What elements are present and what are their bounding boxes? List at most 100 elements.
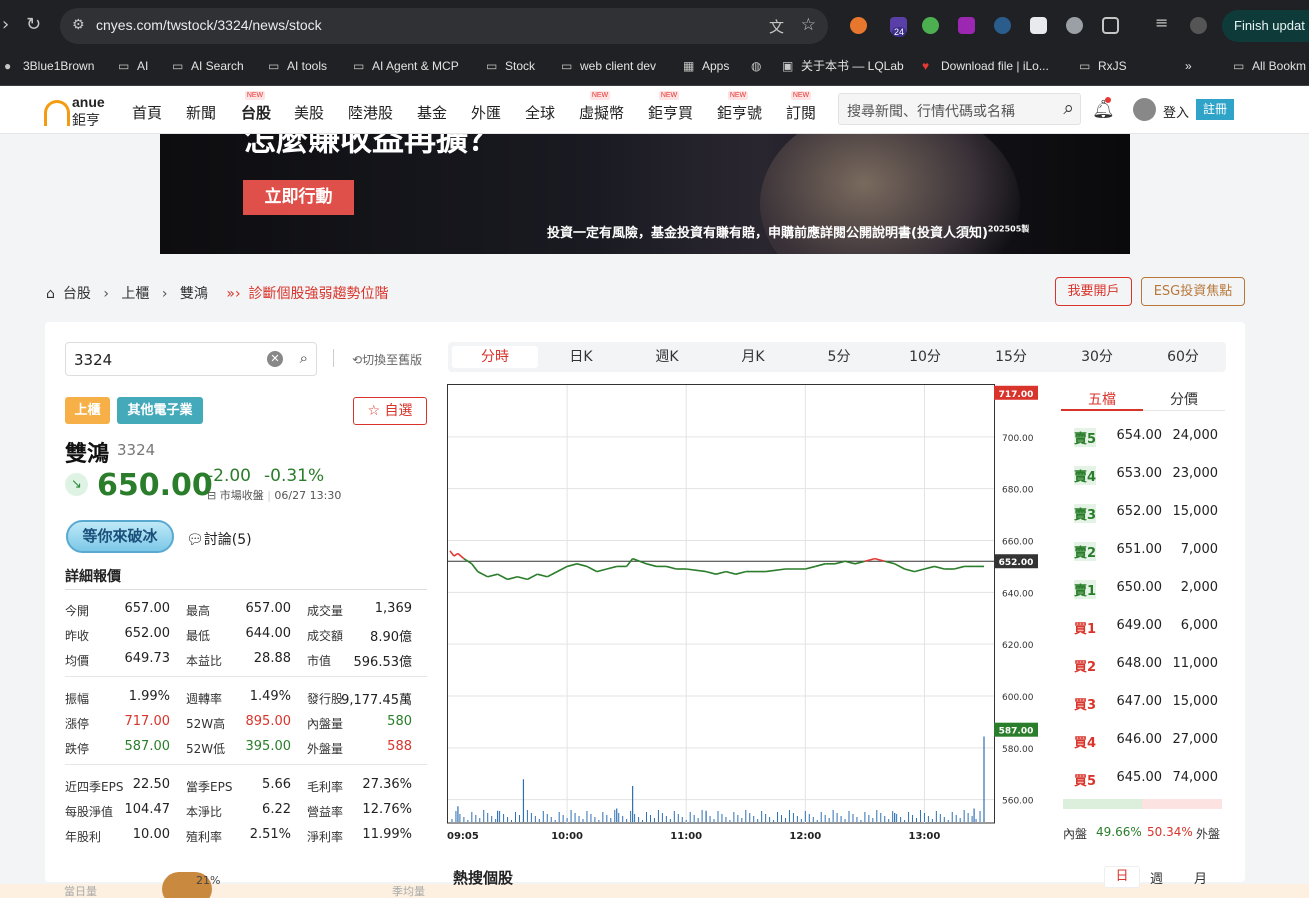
bookmark-folder-stock[interactable]: ▭ Stock [486,56,535,76]
site-search-input[interactable]: 搜尋新聞、行情代碼或名稱 ⌕ [838,93,1081,125]
extension-icon[interactable] [1030,17,1047,34]
nav-news[interactable]: 新聞 [186,102,216,123]
profile-avatar[interactable] [1190,17,1207,34]
quote-value: 395.00 [245,739,292,754]
nav-crypto[interactable]: 虛擬幣 [579,102,624,123]
bookmark-3blue1brown[interactable]: ● 3Blue1Brown [4,56,94,76]
bookmark-folder-ai-search[interactable]: ▭ AI Search [172,56,244,76]
register-button[interactable]: 註冊 [1196,99,1234,120]
tab-60min[interactable]: 60分 [1140,346,1226,368]
bookmark-all-bookmarks[interactable]: ▭ All Bookm [1233,56,1306,76]
tab-30min[interactable]: 30分 [1054,346,1140,368]
tab-intraday[interactable]: 分時 [452,346,538,368]
order-level-label: 買4 [1074,736,1097,751]
add-favorite-button[interactable]: ☆ 自選 [353,397,427,425]
notification-bell-icon[interactable]: 🔔︎ [1092,99,1115,120]
intraday-chart[interactable]: 700.00 680.00 660.00 640.00 620.00 600.00 580.… [447,383,1047,843]
bookmark-lqlab[interactable]: ▣ 关于本书 — LQLab [782,56,904,76]
react-devtools-icon[interactable] [994,17,1011,34]
order-level-label: 買5 [1074,774,1097,789]
star-icon: ☆ [367,403,385,419]
bookmark-globe[interactable]: ◍ [751,56,770,76]
clear-icon[interactable]: ✕ [267,351,283,367]
bookmark-folder-rxjs[interactable]: ▭ RxJS [1079,56,1127,76]
bookmark-apps[interactable]: ▦ Apps [683,56,729,76]
tab-monthly-k[interactable]: 月K [710,346,796,368]
site-settings-icon[interactable]: ⚙ [72,17,85,33]
extension-icon[interactable] [1066,17,1083,34]
open-account-button[interactable]: 我要開戶 [1055,277,1132,306]
market-tag[interactable]: 上櫃 [65,397,110,424]
search-icon[interactable]: ⌕ [300,349,308,367]
bookmark-folder-ai-tools[interactable]: ▭ AI tools [268,56,327,76]
bookmark-folder-ai[interactable]: ▭ AI [118,56,148,76]
divider [333,349,334,367]
break-ice-badge[interactable]: 等你來破冰 [66,520,174,553]
discussion-link[interactable]: 💬︎討論(5) [186,529,252,549]
tab-five-levels[interactable]: 五檔 [1061,389,1143,411]
extension-icon[interactable] [850,17,867,34]
reload-icon[interactable]: ↻ [26,16,41,34]
search-icon[interactable]: ⌕ [1063,97,1074,119]
nav-cnhk[interactable]: 陸港股 [348,102,393,123]
home-icon[interactable]: ⌂ [46,286,55,302]
breadcrumb-otc[interactable]: 上櫃 [121,286,149,302]
login-link[interactable]: 登入 [1163,102,1189,121]
nav-anue-buy[interactable]: 鉅亨買 [648,102,693,123]
order-level-label: 賣1 [1074,580,1097,599]
tab-weekly-k[interactable]: 週K [624,346,710,368]
anue-logo[interactable]: anue 鉅亨 [44,94,114,129]
tab-10min[interactable]: 10分 [882,346,968,368]
finish-update-button[interactable]: Finish updat [1222,10,1309,42]
diagnose-link[interactable]: 診斷個股強弱趨勢位階 [249,286,389,302]
divider [65,589,427,590]
ad-banner[interactable]: 怎麼賺收益再擴？ 立即行動 投資一定有風險，基金投資有賺有賠，申購前應詳閱公開說… [160,134,1130,254]
industry-tag[interactable]: 其他電子業 [117,397,203,424]
tab-month[interactable]: 月 [1194,868,1207,887]
outside-percent: 50.34% [1147,825,1193,839]
nav-anue-channel[interactable]: 鉅亨號 [717,102,762,123]
order-price: 649.00 [1116,618,1163,633]
order-price: 651.00 [1116,542,1163,557]
quote-label: 漲停 [65,717,90,731]
forward-icon[interactable]: › [2,16,9,34]
extensions-puzzle-icon[interactable] [1102,17,1119,34]
extension-icon[interactable] [958,17,975,34]
breadcrumb-twstock[interactable]: 台股 [63,286,91,302]
heart-icon: ♥ [922,59,930,73]
nav-home[interactable]: 首頁 [132,102,162,123]
order-price: 650.00 [1116,580,1163,595]
tab-5min[interactable]: 5分 [796,346,882,368]
tab-daily-k[interactable]: 日K [538,346,624,368]
translate-icon[interactable]: 文 [769,16,784,37]
quote-value: 596.53億 [353,655,413,670]
esg-focus-button[interactable]: ESG投資焦點 [1141,277,1245,306]
quote-label: 市值 [307,654,332,668]
tab-week[interactable]: 週 [1150,868,1163,887]
quote-value: 657.00 [245,601,292,616]
apps-grid-icon: ▦ [683,59,695,73]
tab-15min[interactable]: 15分 [968,346,1054,368]
nav-twstock[interactable]: 台股 [241,102,271,123]
tab-day[interactable]: 日 [1104,866,1140,888]
nav-subscribe[interactable]: 訂閱 [786,102,816,123]
bookmark-ilovepdf[interactable]: ♥ Download file | iLo... [922,56,1049,76]
banner-cta-button[interactable]: 立即行動 [243,180,354,215]
nav-forex[interactable]: 外匯 [471,102,501,123]
extension-icon[interactable] [922,17,939,34]
reading-list-icon[interactable]: ≡ [1155,14,1168,32]
url-text[interactable]: cnyes.com/twstock/3324/news/stock [96,17,322,33]
nav-usstock[interactable]: 美股 [294,102,324,123]
stock-search-input[interactable]: 3324 ✕ ⌕ [65,342,317,376]
nav-global[interactable]: 全球 [525,102,555,123]
new-tag: NEW [590,91,610,100]
bookmark-folder-ai-agent[interactable]: ▭ AI Agent & MCP [353,56,459,76]
bookmark-star-icon[interactable]: ☆ [801,15,816,35]
tab-price-distribution[interactable]: 分價 [1143,389,1225,411]
user-avatar-icon[interactable] [1133,98,1156,121]
nav-fund[interactable]: 基金 [417,102,447,123]
bookmark-folder-web-client[interactable]: ▭ web client dev [561,56,656,76]
switch-old-version-link[interactable]: ⟲切換至舊版 [352,351,422,368]
address-bar[interactable]: ⚙ cnyes.com/twstock/3324/news/stock 文 ☆ [60,8,828,44]
bookmarks-overflow-button[interactable]: » [1185,56,1192,76]
